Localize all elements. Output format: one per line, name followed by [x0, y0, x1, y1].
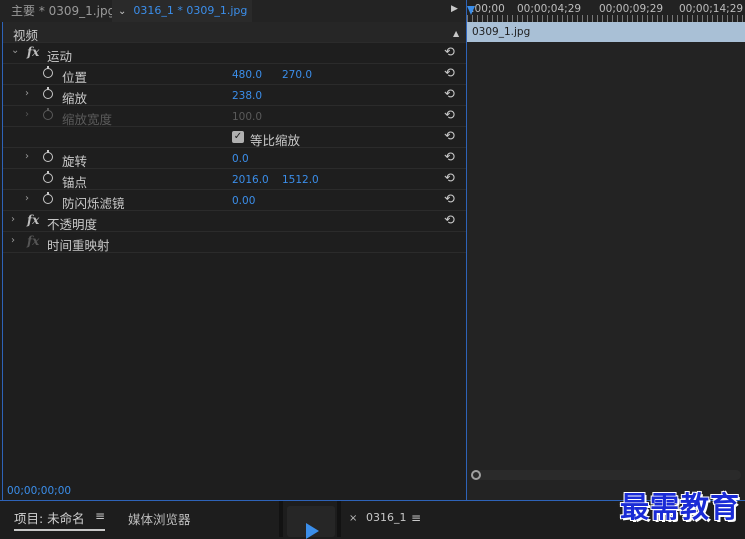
video-section-header: 视频 ▲ — [3, 22, 467, 43]
position-x-value[interactable]: 480.0 — [232, 69, 262, 81]
scale-label: 缩放 — [62, 91, 88, 106]
chevron-down-icon[interactable]: ⌄ — [11, 45, 19, 56]
rotation-value[interactable]: 0.0 — [232, 153, 249, 165]
expand-arrow-icon[interactable]: › — [11, 235, 15, 246]
stopwatch-icon[interactable] — [43, 66, 53, 78]
property-rotation: › 旋转 0.0 ⟲ — [3, 148, 467, 169]
video-section-label: 视频 — [13, 28, 39, 43]
opacity-label: 不透明度 — [47, 217, 98, 232]
anti-flicker-label: 防闪烁滤镜 — [62, 196, 125, 211]
expand-arrow-icon[interactable]: › — [25, 151, 29, 162]
ruler-label: 00;00;09;29 — [599, 3, 664, 15]
anti-flicker-value[interactable]: 0.00 — [232, 195, 255, 207]
collapse-up-icon[interactable]: ▲ — [453, 29, 459, 38]
fx-icon: fx — [27, 234, 40, 248]
expand-arrow-icon[interactable]: › — [25, 88, 29, 99]
effect-controls-panel: 视频 ▲ ⌄ fx 运动 ⟲ 位置 480.0 270.0 ⟲ › 缩放 238… — [2, 22, 467, 500]
expand-arrow-icon[interactable]: › — [11, 214, 15, 225]
anchor-x-value[interactable]: 2016.0 — [232, 174, 269, 186]
reset-icon[interactable]: ⟲ — [444, 150, 455, 165]
panel-divider[interactable] — [279, 501, 283, 537]
panel-divider[interactable] — [337, 501, 341, 537]
scale-value[interactable]: 238.0 — [232, 90, 262, 102]
active-tab-underline — [14, 529, 105, 531]
property-position: 位置 480.0 270.0 ⟲ — [3, 64, 467, 85]
rotation-label: 旋转 — [62, 154, 88, 169]
property-scale-width: › 缩放宽度 100.0 ⟲ — [3, 106, 467, 127]
anchor-y-value[interactable]: 1512.0 — [282, 174, 319, 186]
reset-icon[interactable]: ⟲ — [444, 129, 455, 144]
anchor-label: 锚点 — [62, 175, 88, 190]
timecode-display[interactable]: 00;00;00;00 — [2, 482, 466, 500]
time-remap-label: 时间重映射 — [47, 238, 110, 253]
expand-arrow-icon[interactable]: › — [25, 193, 29, 204]
position-label: 位置 — [62, 70, 88, 85]
scale-width-value: 100.0 — [232, 111, 263, 123]
tab-sequence-clip[interactable]: ⌄ 0316_1 * 0309_1.jpg — [112, 0, 252, 22]
playhead-icon[interactable] — [467, 6, 475, 15]
stopwatch-icon[interactable] — [43, 87, 53, 99]
fx-icon[interactable]: fx — [27, 213, 39, 227]
stopwatch-icon[interactable] — [43, 171, 53, 183]
time-ruler[interactable]: :00;00 00;00;04;29 00;00;09;29 00;00;14;… — [467, 0, 745, 22]
property-anti-flicker: › 防闪烁滤镜 0.00 ⟲ — [3, 190, 467, 211]
property-anchor: 锚点 2016.0 1512.0 ⟲ — [3, 169, 467, 190]
timeline-scrollbar[interactable] — [471, 470, 741, 480]
ruler-label: :00;00 — [471, 3, 505, 15]
tab-sequence-label: 0316_1 * 0309_1.jpg — [133, 4, 248, 17]
clip-bar[interactable]: 0309_1.jpg — [467, 22, 745, 42]
stopwatch-icon — [43, 108, 53, 120]
tab-media-browser[interactable]: 媒体浏览器 — [128, 509, 191, 528]
panel-menu-icon[interactable]: ≡ — [411, 511, 421, 525]
play-triangle-icon[interactable]: ▶ — [451, 4, 458, 14]
position-y-value[interactable]: 270.0 — [282, 69, 312, 81]
reset-icon[interactable]: ⟲ — [444, 87, 455, 102]
effect-time-remap[interactable]: › fx 时间重映射 — [3, 232, 467, 253]
effect-timeline[interactable]: :00;00 00;00;04;29 00;00;09;29 00;00;14;… — [466, 0, 745, 500]
tab-main-source[interactable]: 主要 * 0309_1.jpg — [0, 0, 115, 22]
reset-icon[interactable]: ⟲ — [444, 192, 455, 207]
property-scale: › 缩放 238.0 ⟲ — [3, 85, 467, 106]
ruler-label: 00;00;14;29 — [679, 3, 744, 15]
reset-icon[interactable]: ⟲ — [444, 171, 455, 186]
reset-icon[interactable]: ⟲ — [444, 66, 455, 81]
effect-opacity[interactable]: › fx 不透明度 ⟲ — [3, 211, 467, 232]
expand-arrow-icon: › — [25, 109, 29, 120]
tab-sequence[interactable]: 0316_1 — [366, 511, 407, 524]
fx-icon[interactable]: fx — [27, 45, 39, 59]
ruler-label: 00;00;04;29 — [517, 3, 582, 15]
close-icon[interactable]: × — [349, 513, 357, 524]
property-uniform-scale: ✓ 等比缩放 ⟲ — [3, 127, 467, 148]
reset-icon[interactable]: ⟲ — [444, 45, 455, 60]
reset-icon[interactable]: ⟲ — [444, 213, 455, 228]
stopwatch-icon[interactable] — [43, 150, 53, 162]
tab-project[interactable]: 项目: 未命名 — [14, 508, 85, 527]
motion-label: 运动 — [47, 49, 73, 64]
scale-width-label: 缩放宽度 — [62, 112, 113, 127]
uniform-scale-label: 等比缩放 — [250, 133, 301, 148]
watermark-logo: 最需教育 — [620, 490, 741, 524]
scrollbar-handle[interactable] — [471, 470, 481, 480]
reset-icon[interactable]: ⟲ — [444, 108, 455, 123]
uniform-scale-checkbox[interactable]: ✓ — [232, 131, 244, 143]
ruler-ticks — [467, 15, 745, 22]
chevron-down-icon[interactable]: ⌄ — [118, 6, 126, 17]
stopwatch-icon[interactable] — [43, 192, 53, 204]
panel-menu-icon[interactable]: ≡ — [95, 509, 105, 523]
effect-motion[interactable]: ⌄ fx 运动 ⟲ — [3, 43, 467, 64]
